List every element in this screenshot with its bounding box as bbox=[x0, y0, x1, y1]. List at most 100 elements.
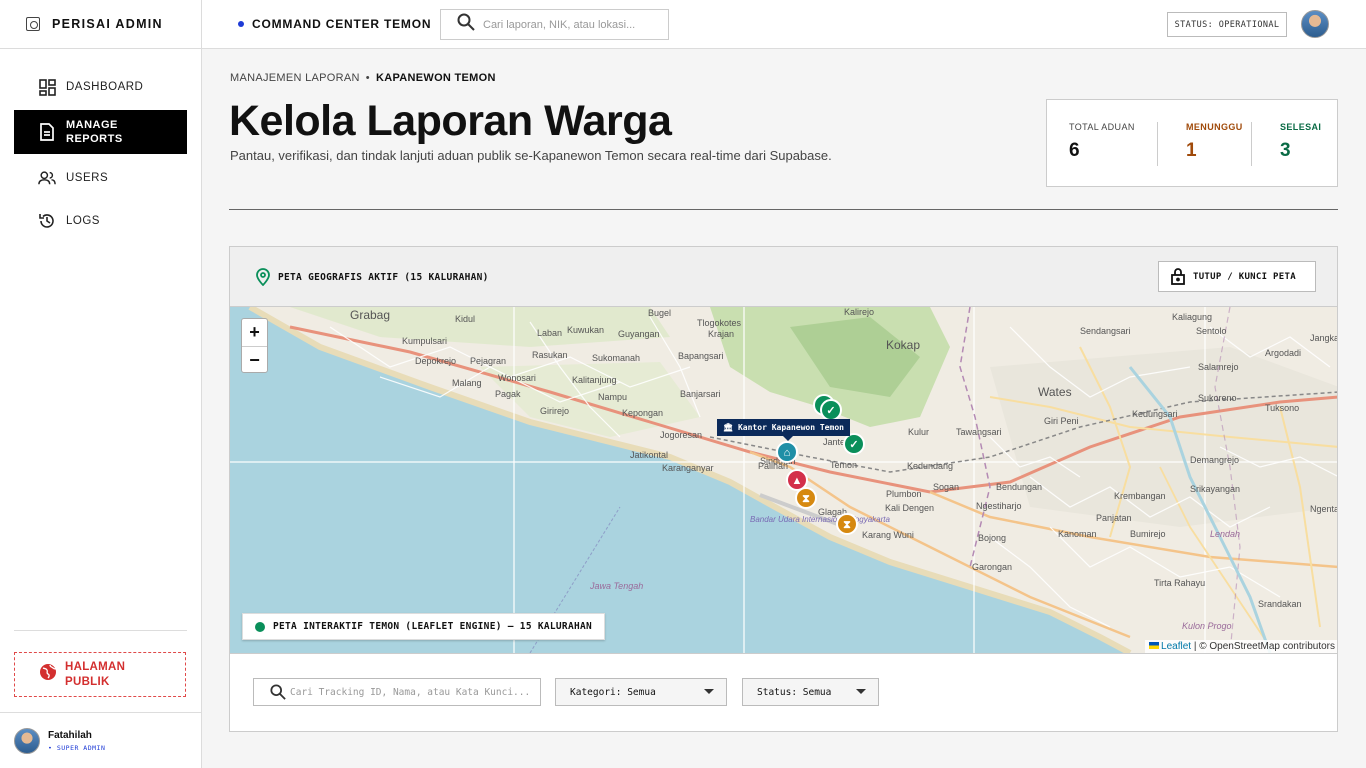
sidebar-nav: DASHBOARD MANAGE REPORTS USERS LOGS bbox=[0, 49, 201, 241]
search-input[interactable] bbox=[483, 18, 663, 31]
document-icon bbox=[38, 123, 56, 141]
map-attribution: Leaflet | © OpenStreetMap contributors bbox=[1145, 640, 1337, 653]
users-icon bbox=[38, 169, 56, 187]
report-marker-office[interactable]: ⌂ bbox=[776, 441, 798, 463]
user-profile[interactable]: Fatahilah • SUPER ADMIN bbox=[0, 712, 201, 768]
lock-map-label: TUTUP / KUNCI PETA bbox=[1193, 271, 1296, 282]
map-engine-label: PETA INTERAKTIF TEMON (LEAFLET ENGINE) —… bbox=[273, 621, 593, 632]
sidebar-item-label: USERS bbox=[66, 172, 109, 184]
sidebar-divider bbox=[14, 630, 187, 631]
map-place-label: Jangkaran bbox=[1310, 333, 1338, 343]
report-search-input[interactable] bbox=[290, 686, 540, 698]
map-place-label: Jawa Tengah bbox=[589, 581, 643, 591]
sidebar-item-users[interactable]: USERS bbox=[14, 158, 187, 198]
attribution-text: | © OpenStreetMap contributors bbox=[1193, 641, 1335, 652]
global-search[interactable] bbox=[440, 9, 669, 40]
sidebar-item-dashboard[interactable]: DASHBOARD bbox=[14, 67, 187, 107]
globe-icon bbox=[39, 663, 57, 686]
report-marker-alert[interactable]: ▲ bbox=[786, 469, 808, 491]
sidebar: PERISAI ADMIN DASHBOARD MANAGE REPORTS U… bbox=[0, 0, 202, 768]
map-place-label: Argodadi bbox=[1265, 348, 1301, 358]
map-place-label: Kulon Progo bbox=[1182, 621, 1232, 631]
map-place-label: Jatikontal bbox=[630, 450, 668, 460]
map-place-label: Sukomanah bbox=[592, 353, 640, 363]
breadcrumb-separator: • bbox=[365, 72, 370, 84]
marker-tooltip: 🏛 Kantor Kapanewon Temon bbox=[717, 419, 850, 441]
leaflet-link[interactable]: Leaflet bbox=[1161, 641, 1191, 652]
map-place-label: Tlogokotes bbox=[697, 318, 742, 328]
stat-value: 6 bbox=[1069, 140, 1080, 161]
map-place-label: Kedundang bbox=[907, 461, 953, 471]
map-place-label: Salamrejo bbox=[1198, 362, 1239, 372]
map-place-label: Jogoresan bbox=[660, 430, 702, 440]
map-place-label: Krajan bbox=[708, 329, 734, 339]
report-search[interactable] bbox=[253, 678, 541, 706]
stat-done: SELESAI 3 bbox=[1251, 122, 1337, 166]
lock-icon bbox=[1171, 268, 1185, 285]
map-place-label: Panjatan bbox=[1096, 513, 1132, 523]
sidebar-item-label: MANAGE REPORTS bbox=[66, 119, 123, 145]
map-place-label: Bojong bbox=[978, 533, 1006, 543]
zoom-out-button[interactable]: − bbox=[242, 346, 267, 373]
category-filter[interactable]: Kategori: Semua bbox=[555, 678, 727, 706]
top-bar: COMMAND CENTER TEMON STATUS: OPERATIONAL bbox=[202, 0, 1366, 49]
map-place-label: Tuksono bbox=[1265, 403, 1299, 413]
map-place-label: Garongan bbox=[972, 562, 1012, 572]
page-subtitle: Pantau, verifikasi, dan tindak lanjuti a… bbox=[230, 148, 832, 163]
map-place-label: Bapangsari bbox=[678, 351, 724, 361]
avatar bbox=[14, 727, 40, 754]
map-engine-badge: PETA INTERAKTIF TEMON (LEAFLET ENGINE) —… bbox=[242, 613, 606, 640]
map-place-label: Srandakan bbox=[1258, 599, 1302, 609]
map-place-label: Krembangan bbox=[1114, 491, 1166, 501]
status-filter-value: Status: Semua bbox=[757, 686, 832, 698]
map-place-label: Bumirejo bbox=[1130, 529, 1166, 539]
map-place-label: Kaliagung bbox=[1172, 312, 1212, 322]
stats-panel: TOTAL ADUAN 6 MENUNGGU 1 SELESAI 3 bbox=[1046, 99, 1338, 187]
zoom-in-button[interactable]: + bbox=[242, 319, 267, 346]
filter-bar: Kategori: Semua Status: Semua bbox=[230, 653, 1337, 731]
status-filter[interactable]: Status: Semua bbox=[742, 678, 879, 706]
marker-tooltip-text: Kantor Kapanewon Temon bbox=[737, 423, 844, 432]
map-place-label: Pejagran bbox=[470, 356, 506, 366]
map-place-label: Bandar Udara Internasional Yogyakarta bbox=[750, 515, 890, 524]
map-place-label: Bugel bbox=[648, 308, 671, 318]
map-place-label: Wates bbox=[1038, 385, 1072, 399]
report-marker-check[interactable]: ✓ bbox=[820, 399, 842, 421]
map-place-label: Ngentakrejo bbox=[1310, 504, 1338, 514]
avatar[interactable] bbox=[1301, 10, 1329, 38]
brand-name: PERISAI ADMIN bbox=[52, 17, 163, 31]
breadcrumb-parent[interactable]: MANAJEMEN LAPORAN bbox=[230, 72, 360, 84]
search-icon bbox=[457, 13, 475, 36]
status-dot-icon bbox=[238, 21, 244, 27]
user-name: Fatahilah bbox=[48, 729, 92, 741]
sidebar-item-logs[interactable]: LOGS bbox=[14, 201, 187, 241]
search-icon bbox=[270, 684, 286, 700]
interactive-map[interactable]: Grabag Kidul Kumpulsari Depokrejo Pejagran Ma… bbox=[230, 307, 1338, 653]
map-place-label: Kulur bbox=[908, 427, 929, 437]
map-place-label: Laban bbox=[537, 328, 562, 338]
map-place-label: Grabag bbox=[350, 308, 390, 322]
stat-label: SELESAI bbox=[1280, 122, 1322, 132]
public-page-button[interactable]: HALAMAN PUBLIK bbox=[14, 652, 186, 697]
map-place-label: Wonosari bbox=[498, 373, 536, 383]
report-marker-pending[interactable]: ⧗ bbox=[795, 487, 817, 509]
report-marker-pending[interactable]: ⧗ bbox=[836, 513, 858, 535]
lock-map-button[interactable]: TUTUP / KUNCI PETA bbox=[1158, 261, 1316, 292]
map-place-label: Srikayangan bbox=[1190, 484, 1240, 494]
report-marker-check[interactable]: ✓ bbox=[843, 433, 865, 455]
sidebar-item-label: LOGS bbox=[66, 215, 100, 227]
map-place-label: Sukoreno bbox=[1198, 393, 1237, 403]
map-place-label: Pagak bbox=[495, 389, 521, 399]
map-place-label: Tawangsari bbox=[956, 427, 1002, 437]
pending-icon: ⧗ bbox=[802, 493, 810, 505]
map-place-label: Ngestiharjo bbox=[976, 501, 1022, 511]
sidebar-item-manage-reports[interactable]: MANAGE REPORTS bbox=[14, 110, 187, 154]
map-card-header: PETA GEOGRAFIS AKTIF (15 KALURAHAN) TUTU… bbox=[230, 247, 1337, 307]
office-icon: ⌂ bbox=[784, 447, 791, 459]
map-place-label: Giri Peni bbox=[1044, 416, 1079, 426]
shield-logo-icon bbox=[26, 17, 40, 31]
map-place-label: Kalitanjung bbox=[572, 375, 617, 385]
map-place-label: Kanoman bbox=[1058, 529, 1097, 539]
map-place-label: Banjarsari bbox=[680, 389, 721, 399]
map-place-label: Bendungan bbox=[996, 482, 1042, 492]
